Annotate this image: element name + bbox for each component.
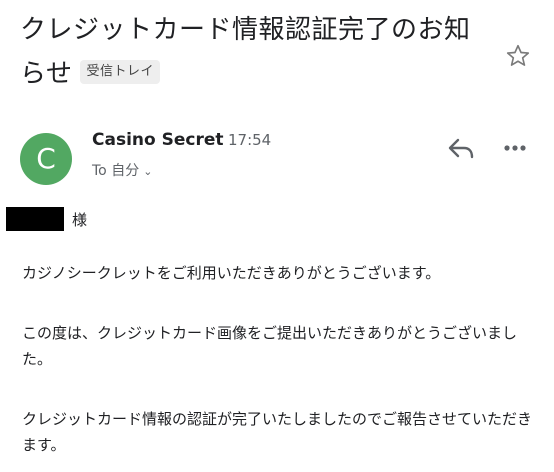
- sent-time: 17:54: [228, 131, 272, 149]
- more-options-icon[interactable]: [500, 138, 530, 158]
- avatar[interactable]: C: [20, 133, 72, 185]
- recipient-details-toggle[interactable]: To 自分 ⌄: [92, 160, 152, 180]
- body-paragraph: カジノシークレットをご利用いただきありがとうございます。: [22, 264, 441, 282]
- star-icon[interactable]: [504, 42, 532, 70]
- sender-name: Casino Secret: [92, 130, 224, 150]
- inbox-label-badge[interactable]: 受信トレイ: [80, 59, 160, 84]
- chevron-down-icon: ⌄: [143, 165, 153, 178]
- reply-icon[interactable]: [446, 136, 476, 162]
- body-paragraph: クレジットカード情報の認証が完了いたしましたのでご報告させていただきます。: [22, 410, 533, 454]
- recipient-label: To 自分: [92, 163, 140, 179]
- body-paragraph: この度は、クレジットカード画像をご提出いただきありがとうございました。: [22, 324, 518, 368]
- email-subject: クレジットカード情報認証完了のお知らせ 受信トレイ: [20, 8, 490, 96]
- salutation: 様: [72, 211, 88, 229]
- redacted-name: [6, 207, 64, 231]
